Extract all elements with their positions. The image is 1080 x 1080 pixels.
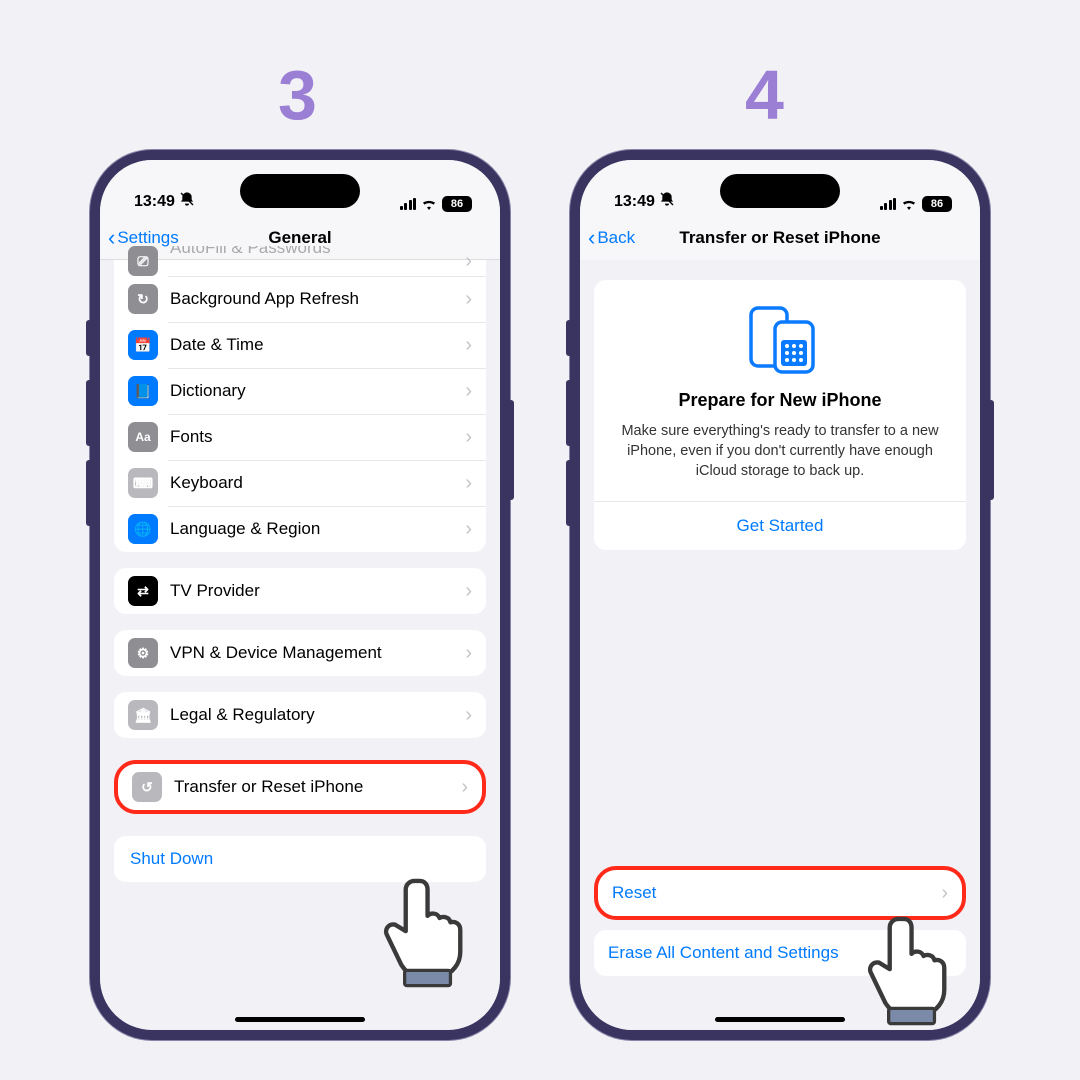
dnd-icon [659, 191, 675, 212]
prepare-description: Make sure everything's ready to transfer… [612, 421, 948, 481]
get-started-button[interactable]: Get Started [612, 502, 948, 550]
chevron-right-icon: › [465, 704, 472, 727]
wifi-icon [901, 198, 917, 210]
chevron-right-icon: › [941, 882, 948, 905]
book-icon: 📘 [128, 376, 158, 406]
chevron-right-icon: › [465, 518, 472, 541]
gear-icon: ⚙ [128, 638, 158, 668]
cellular-icon [400, 198, 417, 210]
settings-group-legal: 🏛 Legal & Regulatory › [114, 692, 486, 738]
transfer-devices-icon [612, 304, 948, 376]
certificate-icon: 🏛 [128, 700, 158, 730]
cellular-icon [880, 198, 897, 210]
row-transfer-reset[interactable]: ↺ Transfer or Reset iPhone › [118, 764, 482, 810]
back-button[interactable]: ‹ Back [580, 225, 635, 251]
battery-icon: 86 [442, 196, 472, 212]
prepare-title: Prepare for New iPhone [612, 390, 948, 411]
row-dictionary[interactable]: 📘 Dictionary › [114, 368, 486, 414]
battery-icon: 86 [922, 196, 952, 212]
row-fonts[interactable]: Aa Fonts › [114, 414, 486, 460]
status-time: 13:49 [614, 193, 655, 211]
tv-icon: ⇄ [128, 576, 158, 606]
wifi-icon [421, 198, 437, 210]
status-time: 13:49 [134, 193, 175, 211]
reset-icon: ↺ [132, 772, 162, 802]
refresh-icon: ↻ [128, 284, 158, 314]
chevron-right-icon: › [461, 776, 468, 799]
step-number-4: 4 [745, 55, 784, 135]
settings-group-1: ⎚ AutoFill & Passwords › ↻ Background Ap… [114, 246, 486, 552]
row-date-time[interactable]: 📅 Date & Time › [114, 322, 486, 368]
row-legal[interactable]: 🏛 Legal & Regulatory › [114, 692, 486, 738]
pointer-hand-icon [378, 870, 488, 990]
nav-title: Transfer or Reset iPhone [580, 228, 980, 248]
keyboard-icon: ⌨ [128, 468, 158, 498]
row-language[interactable]: 🌐 Language & Region › [114, 506, 486, 552]
prepare-card: Prepare for New iPhone Make sure everyth… [594, 280, 966, 550]
row-tv-provider[interactable]: ⇄ TV Provider › [114, 568, 486, 614]
dnd-icon [179, 191, 195, 212]
chevron-right-icon: › [465, 288, 472, 311]
pointer-hand-icon [862, 908, 972, 1028]
chevron-right-icon: › [465, 642, 472, 665]
row-vpn[interactable]: ⚙ VPN & Device Management › [114, 630, 486, 676]
calendar-icon: 📅 [128, 330, 158, 360]
dynamic-island [240, 174, 360, 208]
step-number-3: 3 [278, 55, 317, 135]
chevron-right-icon: › [465, 426, 472, 449]
chevron-right-icon: › [465, 250, 472, 273]
settings-group-tv: ⇄ TV Provider › [114, 568, 486, 614]
home-indicator[interactable] [235, 1017, 365, 1022]
chevron-right-icon: › [465, 334, 472, 357]
chevron-right-icon: › [465, 472, 472, 495]
row-bg-refresh[interactable]: ↻ Background App Refresh › [114, 276, 486, 322]
chevron-left-icon: ‹ [588, 225, 597, 251]
chevron-right-icon: › [465, 380, 472, 403]
fonts-icon: Aa [128, 422, 158, 452]
chevron-right-icon: › [465, 580, 472, 603]
autofill-icon: ⎚ [128, 246, 158, 276]
settings-group-transfer: ↺ Transfer or Reset iPhone › [114, 760, 486, 814]
settings-group-vpn: ⚙ VPN & Device Management › [114, 630, 486, 676]
row-keyboard[interactable]: ⌨ Keyboard › [114, 460, 486, 506]
nav-bar: ‹ Back Transfer or Reset iPhone [580, 216, 980, 260]
phone-frame-4: 13:49 86 ‹ Back Transfer or Reset iPhone [570, 150, 990, 1040]
globe-icon: 🌐 [128, 514, 158, 544]
dynamic-island [720, 174, 840, 208]
home-indicator[interactable] [715, 1017, 845, 1022]
row-autofill-partial[interactable]: ⎚ AutoFill & Passwords › [114, 246, 486, 276]
